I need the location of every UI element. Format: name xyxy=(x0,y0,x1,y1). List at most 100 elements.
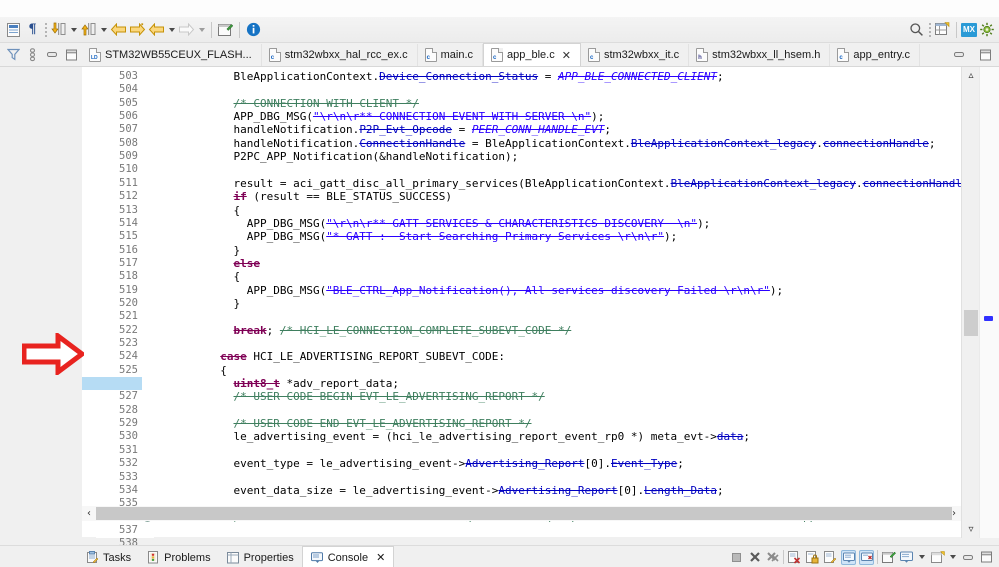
code-line[interactable]: if (result == BLE_STATUS_SUCCESS) xyxy=(154,190,452,203)
display-selected-console-icon[interactable] xyxy=(859,549,874,565)
file-c-icon: c xyxy=(587,48,600,62)
code-line[interactable]: event_type = le_advertising_event->Adver… xyxy=(154,457,683,470)
code-line[interactable]: /* CONNECTION WITH CLIENT */ xyxy=(154,97,418,110)
scroll-right-arrow[interactable]: › xyxy=(947,506,961,521)
file-icon-badge: c xyxy=(493,55,497,61)
code-line[interactable]: { xyxy=(154,204,240,217)
console-view-toolbar xyxy=(729,546,994,567)
perspective-debug-icon[interactable] xyxy=(977,20,996,40)
search-icon[interactable] xyxy=(907,20,926,40)
terminate-icon[interactable] xyxy=(729,550,744,565)
overview-ruler-mark[interactable] xyxy=(984,316,993,321)
bottom-tab-problems[interactable]: Problems xyxy=(139,547,218,567)
step-into-icon[interactable] xyxy=(49,20,68,40)
next-annotation-dropdown[interactable] xyxy=(196,20,207,40)
previous-annotation-icon[interactable] xyxy=(147,20,166,40)
code-line[interactable]: APP_DBG_MSG("BLE_CTRL_App_Notification()… xyxy=(154,284,783,297)
line-number: 532 xyxy=(119,457,138,470)
code-line[interactable]: /* USER CODE BEGIN EVT_LE_ADVERTISING_RE… xyxy=(154,390,544,403)
console-icon xyxy=(310,551,324,564)
code-line[interactable]: uint8_t *adv_report_data; xyxy=(154,377,399,390)
new-editor-icon[interactable] xyxy=(216,20,235,40)
new-console-dropdown[interactable] xyxy=(917,550,927,565)
code-editor[interactable]: 503 504 505 506 507 508 509 510 511 512 513 514 515 5… xyxy=(0,66,999,567)
toolbar-drag-handle-2[interactable] xyxy=(926,21,933,39)
editor-vertical-scrollbar[interactable]: ▵ ▿ xyxy=(961,67,979,538)
print-icon[interactable] xyxy=(4,20,23,40)
code-line[interactable]: { xyxy=(154,270,240,283)
code-line[interactable]: handleNotification.ConnectionHandle = Bl… xyxy=(154,137,935,150)
open-console-icon[interactable] xyxy=(881,550,896,565)
line-number: 517 xyxy=(119,256,138,269)
bottom-tab-tasks[interactable]: Tasks xyxy=(78,547,139,567)
vertical-scroll-thumb[interactable] xyxy=(964,310,978,336)
code-line[interactable]: event_data_size = le_advertising_event->… xyxy=(154,484,723,497)
code-line[interactable]: P2PC_APP_Notification(&handleNotificatio… xyxy=(154,150,518,163)
code-line[interactable]: APP_DBG_MSG("* GATT : Start Searching Pr… xyxy=(154,230,678,243)
editor-overview-ruler[interactable] xyxy=(979,67,999,538)
step-into-dropdown[interactable] xyxy=(68,20,79,40)
code-line[interactable]: { xyxy=(154,364,227,377)
console-minimize-icon[interactable] xyxy=(961,550,976,565)
close-icon[interactable]: ✕ xyxy=(376,551,385,564)
code-line[interactable]: break; /* HCI_LE_CONNECTION_COMPLETE_SUB… xyxy=(154,324,571,337)
code-line[interactable]: } xyxy=(154,244,240,257)
horizontal-scroll-thumb[interactable] xyxy=(96,507,952,520)
info-icon[interactable] xyxy=(244,20,263,40)
editor-tab-app-ble-c[interactable]: c app_ble.c ✕ xyxy=(483,43,581,66)
scroll-left-arrow[interactable]: ‹ xyxy=(82,506,96,521)
minimize-icon[interactable] xyxy=(44,45,61,65)
editor-tab-stm32wbxx-hal-rcc-ex-c[interactable]: c stm32wbxx_hal_rcc_ex.c xyxy=(262,44,418,66)
code-line[interactable]: le_advertising_event = (hci_le_advertisi… xyxy=(154,430,750,443)
perspective-mx-icon[interactable]: MX xyxy=(961,22,977,37)
console-maximize-icon[interactable] xyxy=(979,550,994,565)
code-line[interactable]: /* USER CODE END EVT_LE_ADVERTISING_REPO… xyxy=(154,417,531,430)
editor-tab-stm32wb55ceux-flash-[interactable]: LD STM32WB55CEUX_FLASH... xyxy=(82,44,262,66)
lock-scroll-icon[interactable] xyxy=(805,550,820,565)
remove-launch-icon[interactable] xyxy=(747,550,762,565)
open-perspective-icon[interactable] xyxy=(933,20,952,40)
code-text-area[interactable]: BleApplicationContext.Device_Connection_… xyxy=(154,67,961,522)
code-line[interactable]: case HCI_LE_ADVERTISING_REPORT_SUBEVT_CO… xyxy=(154,350,505,363)
editor-tab-label: stm32wbxx_hal_rcc_ex.c xyxy=(284,49,408,61)
next-annotation-icon[interactable] xyxy=(177,20,196,40)
editor-tab-main-c[interactable]: c main.c xyxy=(418,44,484,66)
editor-tab-label: stm32wbxx_it.c xyxy=(603,49,680,61)
show-console-on-output-icon[interactable] xyxy=(823,550,838,565)
step-return-icon[interactable] xyxy=(79,20,98,40)
bottom-tab-properties[interactable]: Properties xyxy=(219,547,302,567)
editor-tab-app-entry-c[interactable]: c app_entry.c xyxy=(830,44,921,66)
scroll-down-arrow[interactable]: ▿ xyxy=(962,521,980,538)
open-console-menu-dropdown[interactable] xyxy=(948,550,958,565)
code-line[interactable]: result = aci_gatt_disc_all_primary_servi… xyxy=(154,177,961,190)
code-folding-ruler[interactable] xyxy=(142,67,154,538)
link-with-editor-icon[interactable] xyxy=(25,45,42,65)
new-console-view-icon[interactable] xyxy=(899,550,914,565)
code-line[interactable]: handleNotification.P2P_Evt_Opcode = PEER… xyxy=(154,123,611,136)
code-line[interactable]: APP_DBG_MSG("\r\n\r** CONNECTION EVENT W… xyxy=(154,110,604,123)
filter-icon[interactable] xyxy=(5,45,22,65)
code-line[interactable]: BleApplicationContext.Device_Connection_… xyxy=(154,70,723,83)
step-return-dropdown[interactable] xyxy=(98,20,109,40)
code-line[interactable]: APP_DBG_MSG("\r\n\r** GATT SERVICES & CH… xyxy=(154,217,711,230)
editor-maximize-icon[interactable] xyxy=(976,45,995,65)
clear-console-icon[interactable] xyxy=(787,550,802,565)
back-navigation-icon[interactable] xyxy=(109,20,128,40)
remove-all-terminated-icon[interactable] xyxy=(765,550,780,565)
code-line[interactable]: else xyxy=(154,257,260,270)
editor-tab-stm32wbxx-ll-hsem-h[interactable]: h stm32wbxx_ll_hsem.h xyxy=(689,44,831,66)
code-line[interactable]: } xyxy=(154,297,240,310)
maximize-icon[interactable] xyxy=(64,45,81,65)
bottom-tab-console[interactable]: Console ✕ xyxy=(301,546,395,567)
editor-horizontal-scrollbar[interactable]: ‹ › xyxy=(82,506,961,521)
editor-tab-stm32wbxx-it-c[interactable]: c stm32wbxx_it.c xyxy=(581,44,690,66)
scroll-up-arrow[interactable]: ▵ xyxy=(962,67,980,84)
toolbar-drag-handle-1[interactable] xyxy=(42,21,49,39)
previous-annotation-dropdown[interactable] xyxy=(166,20,177,40)
editor-minimize-icon[interactable] xyxy=(950,45,969,65)
open-console-menu-icon[interactable] xyxy=(930,550,945,565)
pilcrow-icon[interactable]: ¶ xyxy=(23,20,42,40)
close-icon[interactable]: ✕ xyxy=(562,49,571,62)
pin-console-icon[interactable] xyxy=(841,549,856,565)
forward-navigation-icon[interactable] xyxy=(128,20,147,40)
